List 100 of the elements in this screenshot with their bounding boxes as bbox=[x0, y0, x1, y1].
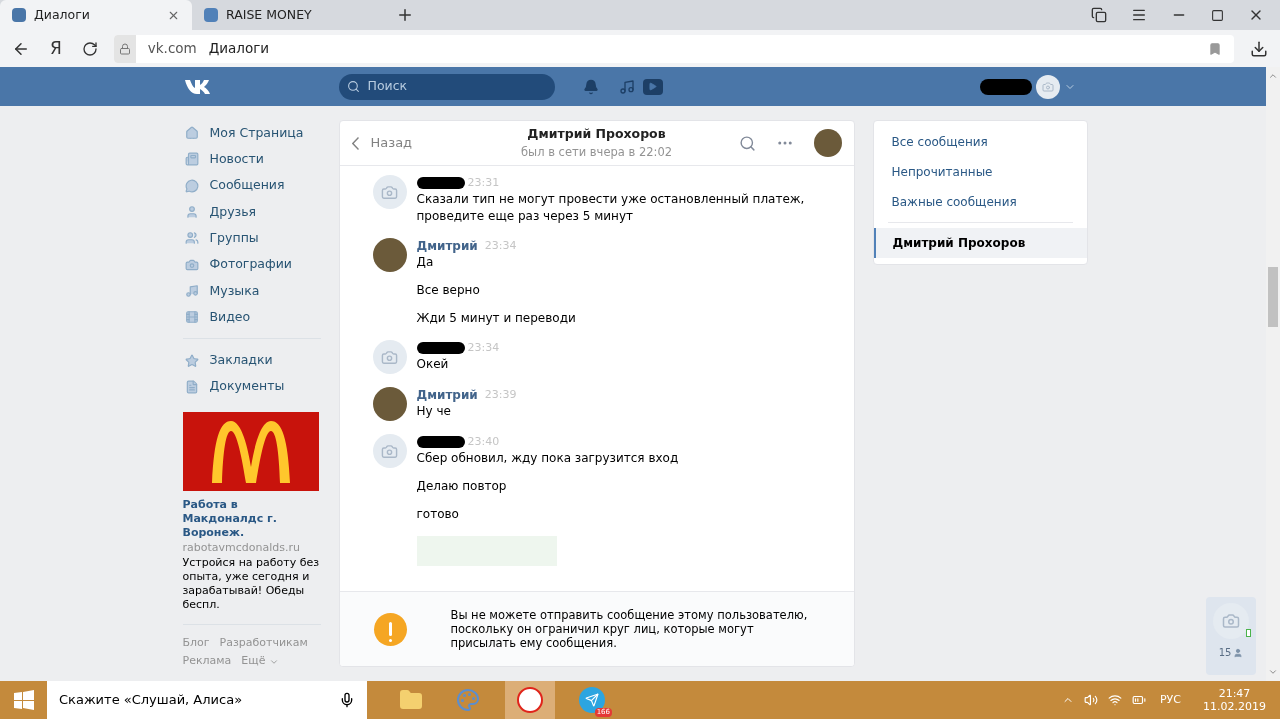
message-text: Делаю повтор bbox=[416, 478, 508, 495]
menu-icon[interactable] bbox=[1131, 7, 1147, 23]
search-icon[interactable] bbox=[738, 134, 756, 152]
nav-icon bbox=[184, 353, 199, 368]
message-text: готово bbox=[416, 506, 460, 523]
menu-item[interactable]: Непрочитанные bbox=[873, 157, 1087, 187]
redacted-name-mark bbox=[416, 436, 465, 448]
browser-tab[interactable]: RAISE MONEY bbox=[192, 0, 384, 30]
bell-icon[interactable] bbox=[582, 78, 599, 95]
chat-title: Дмитрий Прохоров bbox=[527, 125, 666, 143]
sidebar-item[interactable]: Закладки bbox=[182, 347, 321, 374]
message-author[interactable]: Дмитрий bbox=[416, 237, 478, 255]
camera-avatar bbox=[372, 434, 407, 468]
yandex-button[interactable]: Я bbox=[46, 35, 66, 62]
reload-icon[interactable] bbox=[81, 40, 98, 57]
message-text: Окей bbox=[416, 356, 450, 373]
scrollbar[interactable] bbox=[1266, 67, 1280, 681]
search-icon bbox=[346, 80, 360, 93]
lock-icon bbox=[118, 42, 131, 55]
url-host: vk.com bbox=[147, 39, 197, 59]
tab-title: RAISE MONEY bbox=[226, 5, 313, 24]
sidebar-item[interactable]: Группы bbox=[182, 225, 321, 252]
message-time: 23:34 bbox=[467, 339, 500, 356]
sidebar-item[interactable]: Моя Страница bbox=[182, 120, 321, 147]
nav-icon bbox=[184, 178, 199, 193]
ad-logo-image[interactable] bbox=[182, 411, 319, 491]
music-note-icon[interactable] bbox=[618, 78, 635, 95]
redacted-name-mark bbox=[416, 177, 465, 189]
message-time: 23:39 bbox=[484, 386, 517, 403]
nav-icon bbox=[184, 205, 199, 220]
nav-icon bbox=[184, 126, 199, 141]
ad-domain: rabotavmcdonalds.ru bbox=[182, 539, 301, 556]
tab-title: Диалоги bbox=[34, 5, 91, 24]
sidebar-item[interactable]: Сообщения bbox=[182, 172, 321, 199]
nav-icon bbox=[184, 152, 199, 167]
message-time: 23:31 bbox=[467, 174, 500, 191]
sidebar-item[interactable]: Друзья bbox=[182, 198, 321, 226]
page-title: Диалоги bbox=[208, 39, 270, 59]
avatar-photo bbox=[372, 238, 407, 272]
taskbar-search-field[interactable]: Скажите «Слушай, Алиса» bbox=[47, 681, 367, 719]
phone-icon bbox=[1246, 629, 1251, 637]
message-time: 23:40 bbox=[467, 433, 500, 450]
new-tab-icon[interactable] bbox=[396, 6, 414, 24]
avatar-photo bbox=[813, 129, 842, 157]
message-text: Сбер обновил, жду пока загрузится вход bbox=[416, 450, 679, 467]
message-text: Все верно bbox=[416, 282, 481, 299]
online-count: 15 bbox=[1218, 646, 1232, 660]
redacted-name-mark bbox=[416, 342, 465, 354]
search-placeholder: Поиск bbox=[367, 77, 408, 96]
online-status: был в сети вчера в 22:02 bbox=[520, 143, 673, 161]
sidebar-item[interactable]: Музыка bbox=[182, 277, 321, 305]
person-icon bbox=[1233, 647, 1244, 658]
redacted-name-mark bbox=[979, 78, 1032, 95]
menu-item[interactable]: Дмитрий Прохоров bbox=[873, 228, 1087, 258]
download-icon[interactable] bbox=[1250, 39, 1268, 58]
bookmark-icon[interactable] bbox=[1208, 41, 1222, 56]
speaker-icon[interactable] bbox=[1084, 693, 1098, 707]
nav-icon bbox=[184, 257, 199, 272]
camera-avatar bbox=[372, 175, 407, 209]
sidebar-item[interactable]: Новости bbox=[182, 146, 321, 173]
tab-favicon-icon bbox=[204, 8, 218, 22]
nav-icon bbox=[184, 310, 199, 325]
search-field[interactable]: Поиск bbox=[338, 73, 555, 100]
scrollbar-thumb[interactable] bbox=[1268, 267, 1278, 327]
camera-avatar bbox=[372, 340, 407, 374]
maximize-icon[interactable] bbox=[1211, 8, 1224, 22]
nav-icon bbox=[184, 231, 199, 246]
sidebar-item[interactable]: Фотографии bbox=[182, 251, 321, 278]
back-button[interactable]: Назад bbox=[351, 133, 472, 153]
nav-icon bbox=[184, 283, 199, 298]
chevron-left-icon bbox=[351, 136, 359, 150]
address-field[interactable]: vk.com Диалоги bbox=[113, 34, 1234, 63]
message-text: Жди 5 минут и переводи bbox=[416, 310, 576, 327]
play-icon[interactable] bbox=[642, 78, 663, 95]
sidebar-item[interactable]: Документы bbox=[182, 373, 321, 400]
tab-favicon-icon bbox=[12, 8, 26, 22]
menu-item[interactable]: Все сообщения bbox=[873, 127, 1087, 157]
message-author[interactable]: Дмитрий bbox=[416, 386, 478, 404]
message-text: Сказали тип не могут провести уже остановленный платеж, проведите еще раз через 5 минут bbox=[416, 191, 806, 225]
menu-item[interactable]: Важные сообщения bbox=[873, 187, 1087, 217]
tabs-icon[interactable] bbox=[1091, 7, 1107, 23]
ad-title[interactable]: Работа в Макдоналдс г. Воронеж. bbox=[182, 497, 321, 540]
camera-avatar bbox=[1213, 603, 1249, 639]
browser-app-icon[interactable] bbox=[505, 681, 555, 719]
notice-text: Вы не можете отправить сообщение этому пользователю, поскольку он ограничил круг лиц, которые могут присылать ему сообщения. bbox=[450, 608, 809, 650]
windows-logo-icon[interactable] bbox=[13, 690, 34, 710]
sidebar-item[interactable]: Видео bbox=[182, 304, 321, 331]
nav-icon bbox=[184, 379, 199, 394]
browser-tab[interactable]: Диалоги bbox=[0, 0, 192, 30]
message-time: 23:34 bbox=[484, 237, 517, 254]
avatar-photo bbox=[372, 387, 407, 421]
message-text: Ну че bbox=[416, 403, 452, 420]
microphone-icon[interactable] bbox=[339, 692, 355, 708]
battery-icon[interactable] bbox=[1132, 693, 1146, 707]
online-widget[interactable]: 15 bbox=[1206, 597, 1256, 675]
network-icon[interactable] bbox=[1108, 693, 1122, 707]
camera-avatar bbox=[1035, 74, 1060, 99]
warning-icon bbox=[373, 612, 407, 646]
ad-description: Устройся на работу без опыта, уже сегодня и зарабатывай! Обеды беспл. bbox=[182, 555, 321, 612]
message-text: Да bbox=[416, 254, 435, 271]
